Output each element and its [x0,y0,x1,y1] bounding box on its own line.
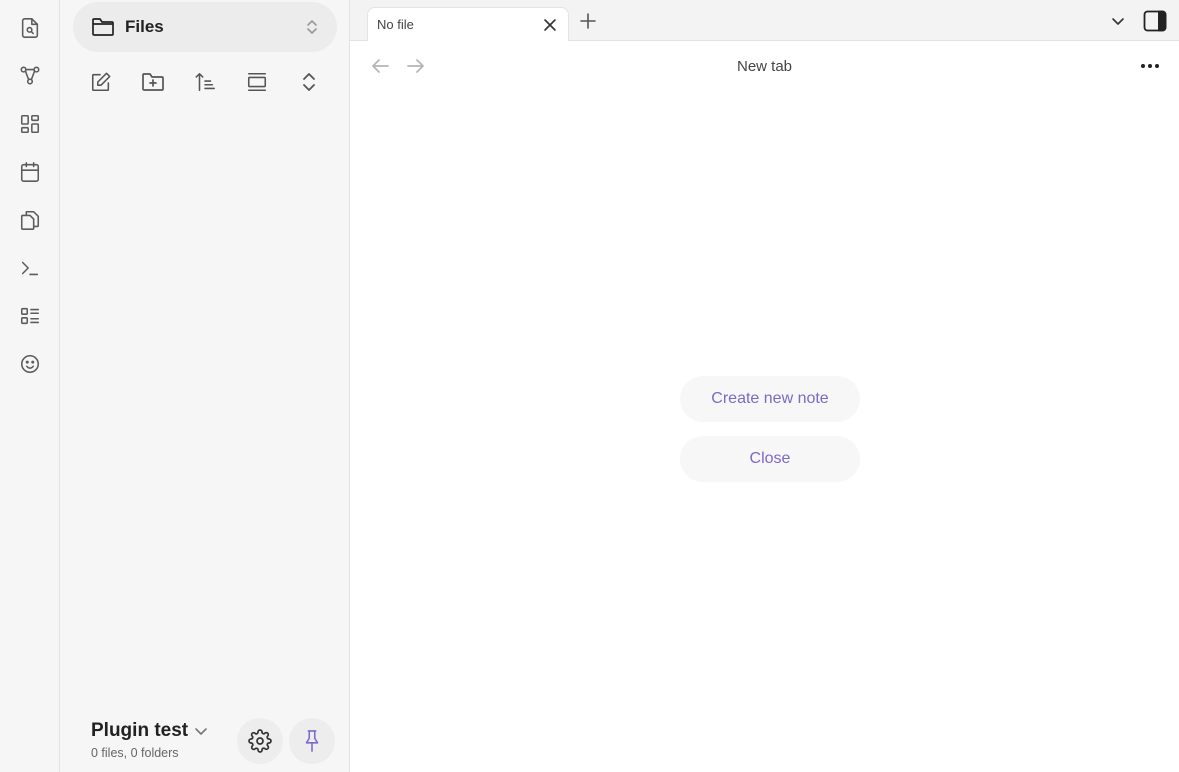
settings-button[interactable] [237,718,283,764]
new-folder-button[interactable] [139,68,167,96]
folder-plus-icon [141,71,165,93]
sidebar-right-icon [1143,10,1167,32]
pin-button[interactable] [289,718,335,764]
left-sidebar: Files Plugin test 0 files, 0 folders [60,0,350,772]
graph-view-icon[interactable] [16,62,44,90]
quick-switcher-icon[interactable] [16,14,44,42]
vault-name: Plugin test [91,720,189,741]
outline-icon[interactable] [16,302,44,330]
tab-bar: No file [350,0,1179,41]
sort-icon [194,71,216,93]
close-button[interactable]: Close [680,436,860,482]
tab-list-button[interactable] [1106,9,1130,33]
close-icon[interactable] [538,13,562,37]
more-options-button[interactable] [1138,54,1162,78]
sort-button[interactable] [191,68,219,96]
canvas-icon[interactable] [16,110,44,138]
right-sidebar-toggle[interactable] [1142,8,1168,34]
collapse-all-button[interactable] [243,68,271,96]
plus-icon [580,13,596,29]
tab-title: No file [377,17,414,32]
edit-icon [90,71,112,93]
vault-switcher[interactable]: Plugin test 0 files, 0 folders [91,720,208,760]
ribbon [0,0,60,772]
view-switcher[interactable]: Files [73,2,337,52]
new-note-button[interactable] [87,68,115,96]
vault-stats: 0 files, 0 folders [91,746,179,760]
more-horizontal-icon [1140,63,1160,69]
command-palette-icon[interactable] [16,254,44,282]
view-header: New tab [350,41,1179,91]
new-tab-button[interactable] [576,9,600,33]
daily-notes-icon[interactable] [16,158,44,186]
tab-no-file[interactable]: No file [367,7,569,41]
folder-icon [91,16,115,38]
chevron-up-down-icon [305,18,319,36]
gear-icon [248,729,272,753]
layout-icon [246,71,268,93]
templates-icon[interactable] [16,206,44,234]
chevron-down-icon [1111,16,1125,26]
pin-icon [301,729,323,753]
create-new-note-button[interactable]: Create new note [680,376,860,422]
chevron-down-icon [194,726,208,736]
view-header-title: New tab [736,58,793,75]
chevron-expand-icon [300,71,318,93]
main-area: No file New tab Create new note Close [350,0,1179,772]
view-title: Files [125,17,164,36]
expand-button[interactable] [295,68,323,96]
emoji-icon[interactable] [16,350,44,378]
